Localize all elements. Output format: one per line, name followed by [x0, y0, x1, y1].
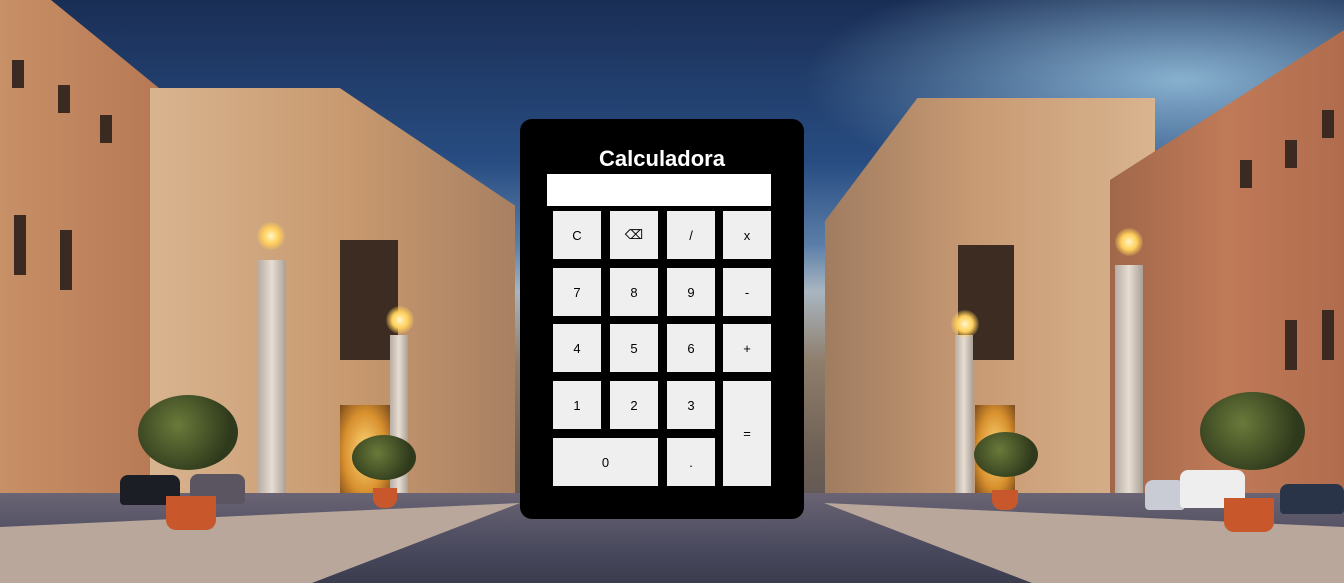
calculator-display[interactable]	[547, 174, 771, 206]
digit-6-button[interactable]: 6	[667, 324, 715, 372]
window	[1322, 110, 1334, 138]
olive-tree	[138, 395, 238, 470]
column-right	[1115, 265, 1143, 515]
parked-car	[1280, 484, 1344, 514]
parked-car	[1145, 480, 1185, 510]
street-lamp	[1115, 228, 1143, 256]
digit-8-button[interactable]: 8	[610, 268, 658, 316]
digit-7-button[interactable]: 7	[553, 268, 601, 316]
column-left-far	[390, 335, 408, 505]
olive-tree	[974, 432, 1038, 477]
column-left	[258, 260, 286, 510]
digit-5-button[interactable]: 5	[610, 324, 658, 372]
window	[1322, 310, 1334, 360]
decimal-button[interactable]: .	[667, 438, 715, 486]
street-lamp	[951, 310, 979, 338]
planter-pot	[1224, 498, 1274, 532]
calculator-panel: Calculadora C ⌫ / x 7 8 9 - 4 5 6 + 1 2 …	[520, 119, 804, 519]
window	[1285, 140, 1297, 168]
digit-3-button[interactable]: 3	[667, 381, 715, 429]
olive-tree	[1200, 392, 1305, 470]
planter-pot	[166, 496, 216, 530]
digit-4-button[interactable]: 4	[553, 324, 601, 372]
street-lamp	[386, 306, 414, 334]
equals-button[interactable]: =	[723, 381, 771, 486]
backspace-button[interactable]: ⌫	[610, 211, 658, 259]
digit-2-button[interactable]: 2	[610, 381, 658, 429]
olive-tree	[352, 435, 416, 480]
clear-button[interactable]: C	[553, 211, 601, 259]
divide-button[interactable]: /	[667, 211, 715, 259]
window	[58, 85, 70, 113]
window	[1240, 160, 1252, 188]
digit-1-button[interactable]: 1	[553, 381, 601, 429]
window	[100, 115, 112, 143]
window	[12, 60, 24, 88]
window	[1285, 320, 1297, 370]
street-lamp	[257, 222, 285, 250]
multiply-button[interactable]: x	[723, 211, 771, 259]
planter-pot	[373, 488, 397, 508]
window	[60, 230, 72, 290]
planter-pot	[992, 490, 1018, 510]
add-button[interactable]: +	[723, 324, 771, 372]
window	[14, 215, 26, 275]
digit-0-button[interactable]: 0	[553, 438, 658, 486]
column-right-far	[955, 335, 973, 505]
digit-9-button[interactable]: 9	[667, 268, 715, 316]
subtract-button[interactable]: -	[723, 268, 771, 316]
calculator-title: Calculadora	[599, 146, 725, 171]
